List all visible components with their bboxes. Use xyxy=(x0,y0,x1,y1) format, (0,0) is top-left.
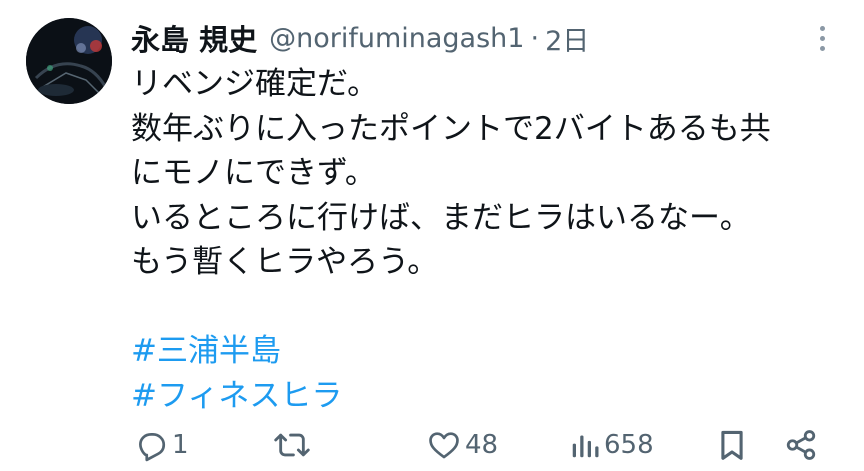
tweet-text-line: いるところに行けば、まだヒラはいるなー。 xyxy=(131,199,751,236)
tweet-text-line: にモノにできず。 xyxy=(131,155,376,191)
retweet-icon xyxy=(274,433,310,457)
tweet-text-line: 数年ぶりに入ったポイントで2バイトあるも共 xyxy=(131,110,771,147)
tweet-header: 永島 規史 @norifuminagash1 · 2日 xyxy=(131,18,589,58)
views-count: 658 xyxy=(604,430,654,460)
hashtag-link[interactable]: #三浦半島 xyxy=(131,329,846,374)
reply-count: 1 xyxy=(172,430,189,460)
like-count: 48 xyxy=(465,430,499,460)
tweet-text-line: もう暫くヒラやろう。 xyxy=(131,244,439,280)
views-icon xyxy=(572,435,599,458)
tweet-text: リベンジ確定だ。 数年ぶりに入ったポイントで2バイトあるも共 にモノにできず。 … xyxy=(131,62,846,418)
like-button[interactable]: 48 xyxy=(427,420,498,470)
avatar-image xyxy=(26,18,112,104)
reply-button[interactable]: 1 xyxy=(134,420,189,470)
tweet: 永島 規史 @norifuminagash1 · 2日 リベンジ確定だ。 数年ぶ… xyxy=(0,0,864,471)
action-bar: 1 48 658 xyxy=(0,420,864,470)
tweet-time[interactable]: 2日 xyxy=(545,19,589,58)
bookmark-icon xyxy=(721,430,743,460)
display-name[interactable]: 永島 規史 xyxy=(131,17,257,59)
avatar[interactable] xyxy=(26,18,112,104)
more-icon[interactable] xyxy=(810,22,834,54)
hashtag-link[interactable]: #フィネスヒラ xyxy=(131,374,846,419)
reply-icon xyxy=(139,433,166,462)
separator-dot: · xyxy=(530,22,540,54)
views-button[interactable]: 658 xyxy=(570,420,654,470)
user-handle[interactable]: @norifuminagash1 xyxy=(269,23,524,54)
bookmark-button[interactable] xyxy=(718,420,746,470)
heart-icon xyxy=(429,432,459,459)
tweet-text-line: リベンジ確定だ。 xyxy=(131,66,379,102)
share-button[interactable] xyxy=(784,420,818,470)
retweet-button[interactable] xyxy=(272,420,316,470)
share-icon xyxy=(786,430,816,460)
